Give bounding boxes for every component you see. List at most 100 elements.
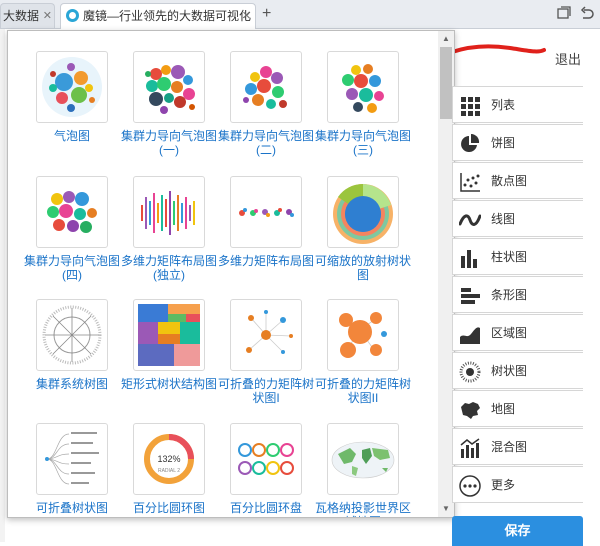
sidebar-item-line[interactable]: 线图 bbox=[452, 200, 583, 237]
sidebar-item-area[interactable]: 区域图 bbox=[452, 314, 583, 351]
chart-option-percent-ring-plate[interactable]: 百分比圆环盘 bbox=[218, 423, 314, 515]
tab-title: 大数据 bbox=[3, 9, 40, 23]
map-icon bbox=[461, 402, 480, 419]
chart-option-bubble[interactable]: 气泡图 bbox=[24, 51, 120, 143]
chart-thumbnail bbox=[36, 176, 108, 248]
chart-option-label: 瓦格纳投影世界区域地图 bbox=[315, 501, 412, 517]
sidebar-item-column[interactable]: 柱状图 bbox=[452, 238, 583, 275]
chart-thumbnail bbox=[327, 51, 399, 123]
pie-icon bbox=[461, 133, 480, 152]
chart-thumbnail bbox=[133, 51, 205, 123]
chart-thumbnail bbox=[230, 51, 302, 123]
sidebar-item-tree[interactable]: 树状图 bbox=[452, 352, 583, 389]
chart-option-label: 可缩放的放射树状图 bbox=[315, 254, 412, 282]
chart-option-multi-force-matrix-standalone[interactable]: 多维力矩阵布局图(独立) bbox=[121, 176, 217, 282]
tab-title: 魔镜—行业领先的大数据可视化 bbox=[83, 9, 252, 23]
chart-option-cluster-force-bubble-4[interactable]: 集群力导向气泡图(四) bbox=[24, 176, 120, 282]
chart-option-wagner-projection-map[interactable]: 瓦格纳投影世界区域地图 bbox=[315, 423, 412, 517]
browser-tab[interactable]: 大数据 ✕ bbox=[0, 3, 55, 28]
chart-thumbnail bbox=[133, 299, 205, 371]
undo-icon[interactable] bbox=[580, 6, 594, 20]
force-tree-thumbnail bbox=[339, 312, 387, 358]
sidebar-item-label: 散点图 bbox=[491, 174, 528, 188]
browser-tab-bar: 大数据 ✕ 魔镜—行业领先的大数据可视化 ✕ + bbox=[0, 0, 600, 29]
sidebar-item-mixed[interactable]: 混合图 bbox=[452, 428, 583, 465]
sidebar-item-label: 树状图 bbox=[491, 364, 528, 378]
chart-option-label: 百分比圆环图 bbox=[132, 501, 205, 515]
sidebar-item-label: 线图 bbox=[491, 212, 516, 226]
force-tree-thumbnail bbox=[246, 310, 293, 354]
chart-thumbnail bbox=[327, 423, 399, 495]
sidebar-item-more[interactable]: 更多 bbox=[452, 466, 583, 503]
sidebar-item-bar[interactable]: 条形图 bbox=[452, 276, 583, 313]
chart-option-label: 集群力导向气泡图(二) bbox=[218, 129, 315, 157]
tab-list-icon[interactable] bbox=[557, 6, 571, 20]
chart-thumbnail bbox=[36, 423, 108, 495]
chart-option-zoomable-radial-tree[interactable]: 可缩放的放射树状图 bbox=[315, 176, 411, 282]
area-icon bbox=[460, 327, 480, 344]
chart-gallery-panel: 气泡图 集群力导向气泡图(一) 集群力导向气泡图(二) 集群力导向气泡图(三) … bbox=[7, 30, 455, 518]
page-edge bbox=[0, 29, 5, 542]
sidebar-item-label: 地图 bbox=[491, 402, 516, 416]
sidebar-item-list[interactable]: 列表 bbox=[452, 86, 583, 123]
percent-ring-plate-thumbnail bbox=[238, 443, 294, 475]
scatter-icon bbox=[460, 173, 480, 192]
scroll-up-arrow-icon[interactable]: ▲ bbox=[438, 31, 454, 47]
bar-icon bbox=[461, 288, 480, 304]
new-tab-button[interactable]: + bbox=[262, 4, 271, 24]
more-icon bbox=[459, 475, 481, 497]
close-icon[interactable]: ✕ bbox=[43, 4, 52, 28]
chart-option-collapsible-force-tree-2[interactable]: 可折叠的力矩阵树状图II bbox=[315, 299, 411, 405]
chart-thumbnail bbox=[36, 299, 108, 371]
force-matrix-thumbnail bbox=[239, 208, 294, 217]
tree-thumbnail bbox=[45, 432, 99, 485]
close-icon[interactable]: ✕ bbox=[242, 4, 251, 28]
chart-thumbnail bbox=[327, 299, 399, 371]
chart-option-cluster-force-bubble-1[interactable]: 集群力导向气泡图(一) bbox=[121, 51, 217, 157]
sidebar-item-label: 条形图 bbox=[491, 288, 528, 302]
logout-link[interactable]: 退出 bbox=[555, 49, 581, 68]
chart-thumbnail bbox=[36, 51, 108, 123]
chart-option-treemap[interactable]: 矩形式树状结构图 bbox=[121, 299, 217, 391]
scroll-down-arrow-icon[interactable]: ▼ bbox=[438, 501, 454, 517]
bubble-chart-thumbnail bbox=[42, 57, 102, 117]
browser-tab-active[interactable]: 魔镜—行业领先的大数据可视化 ✕ bbox=[60, 3, 256, 29]
chart-option-label: 多维力矩阵布局图 bbox=[218, 254, 315, 268]
chart-option-label: 集群力导向气泡图(一) bbox=[121, 129, 218, 157]
radial-caption-text: RADIAL 2 bbox=[158, 468, 180, 474]
treemap-thumbnail bbox=[138, 304, 200, 366]
site-favicon-icon bbox=[66, 9, 79, 22]
chart-option-label: 集群力导向气泡图(四) bbox=[24, 254, 121, 282]
chart-thumbnail bbox=[230, 423, 302, 495]
chart-option-collapsible-tree[interactable]: 可折叠树状图 bbox=[24, 423, 120, 515]
chart-option-label: 气泡图 bbox=[53, 129, 90, 143]
chart-option-collapsible-force-tree-1[interactable]: 可折叠的力矩阵树状图I bbox=[218, 299, 314, 405]
sidebar-item-label: 区域图 bbox=[491, 326, 528, 340]
chart-thumbnail: 132% RADIAL 2 bbox=[133, 423, 205, 495]
percent-value-text: 132% bbox=[157, 454, 180, 464]
chart-option-percent-ring[interactable]: 132% RADIAL 2 百分比圆环图 bbox=[121, 423, 217, 515]
scrollbar-thumb[interactable] bbox=[440, 47, 452, 119]
chart-thumbnail bbox=[133, 176, 205, 248]
column-icon bbox=[461, 250, 477, 268]
mixed-icon bbox=[460, 438, 480, 458]
cluster-bubble-thumbnail bbox=[342, 64, 384, 113]
sidebar-item-pie[interactable]: 饼图 bbox=[452, 124, 583, 161]
chart-thumbnail bbox=[230, 299, 302, 371]
chart-option-cluster-force-bubble-3[interactable]: 集群力导向气泡图(三) bbox=[315, 51, 411, 157]
world-map-thumbnail bbox=[331, 441, 395, 479]
chart-option-cluster-dendrogram[interactable]: 集群系统树图 bbox=[24, 299, 120, 391]
grid-icon bbox=[461, 97, 480, 116]
chart-option-multi-force-matrix[interactable]: 多维力矩阵布局图 bbox=[218, 176, 314, 268]
sidebar-item-scatter[interactable]: 散点图 bbox=[452, 162, 583, 199]
dendrogram-thumbnail bbox=[42, 305, 102, 365]
chart-option-label: 可折叠的力矩阵树状图I bbox=[218, 377, 315, 405]
chart-thumbnail bbox=[327, 176, 399, 248]
line-icon bbox=[459, 214, 481, 226]
chart-option-label: 可折叠的力矩阵树状图II bbox=[315, 377, 412, 405]
percent-ring-thumbnail: 132% RADIAL 2 bbox=[144, 434, 194, 484]
chart-option-cluster-force-bubble-2[interactable]: 集群力导向气泡图(二) bbox=[218, 51, 314, 157]
sidebar-item-label: 更多 bbox=[491, 478, 516, 492]
sidebar-item-map[interactable]: 地图 bbox=[452, 390, 583, 427]
force-matrix-thumbnail bbox=[141, 191, 195, 235]
